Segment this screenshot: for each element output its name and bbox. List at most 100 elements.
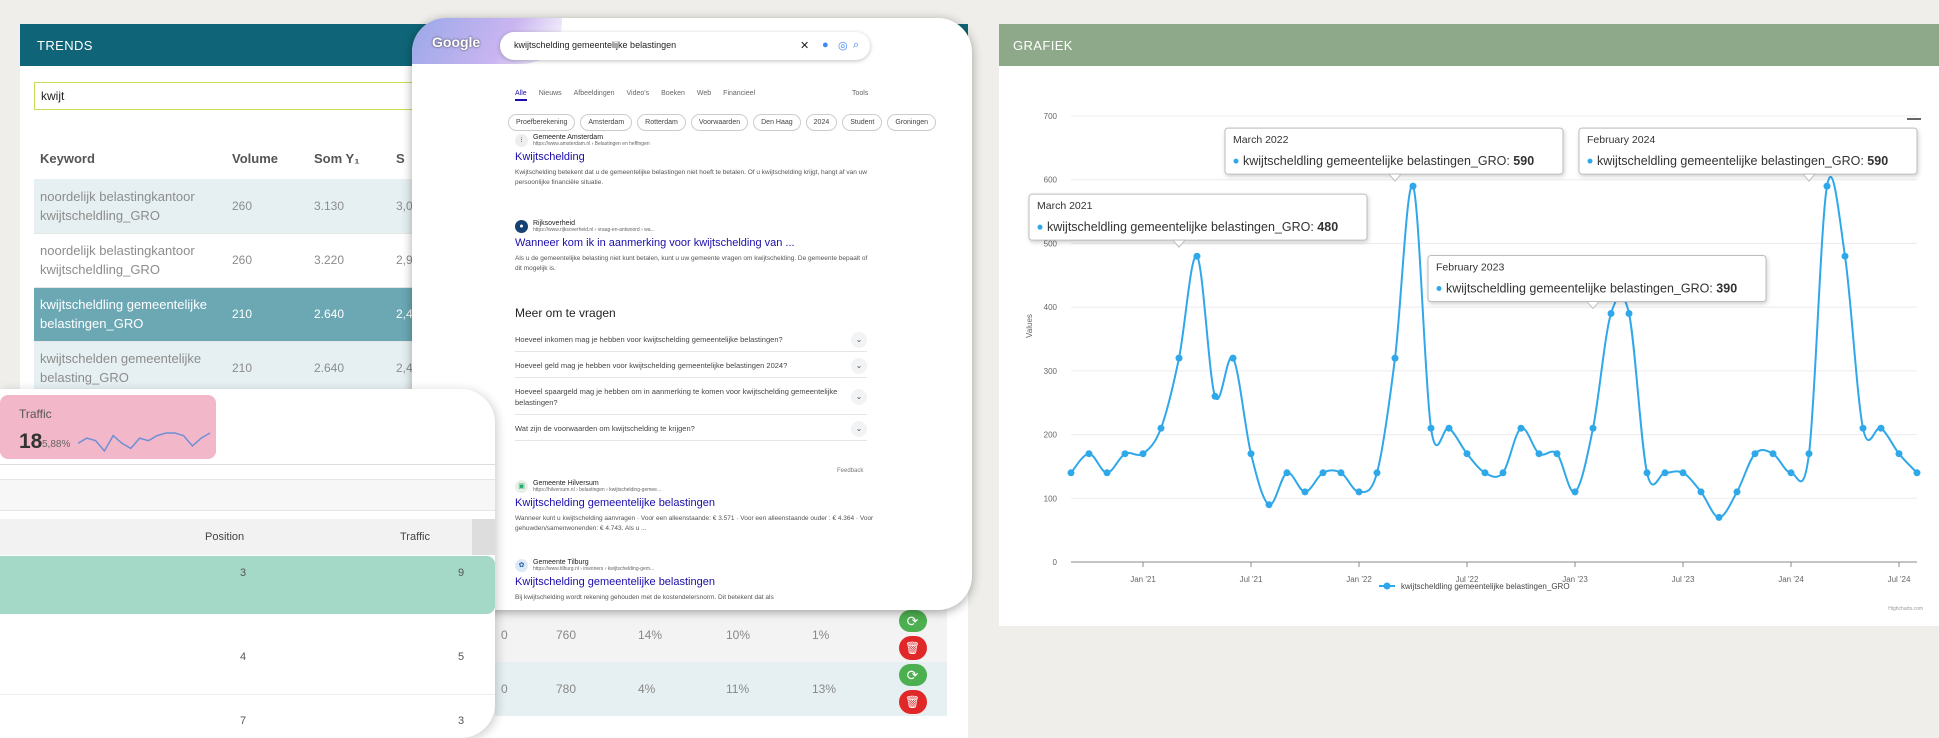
volume-cell: 260	[226, 233, 308, 288]
traffic-sparkline	[78, 432, 211, 453]
table-row[interactable]: 7 3	[0, 699, 495, 738]
table-row[interactable]: 0 780 4% 11% 13% ⟳ 🗑	[495, 662, 947, 716]
chevron-down-icon[interactable]: ⌄	[851, 357, 867, 374]
trash-icon: 🗑	[904, 695, 921, 709]
table-row[interactable]: noordelijk belastingkantoor kwijtscheldl…	[34, 179, 472, 234]
chip[interactable]: Proefberekening	[508, 114, 576, 131]
data-point	[1805, 450, 1813, 458]
cell: 1%	[806, 608, 872, 662]
table-row[interactable]: noordelijk belastingkantoor kwijtscheldl…	[34, 233, 472, 288]
tab-books[interactable]: Boeken	[661, 90, 685, 101]
paa-question[interactable]: Hoeveel inkomen mag je hebben voor kwijt…	[515, 328, 867, 352]
tab-images[interactable]: Afbeeldingen	[574, 90, 615, 101]
clear-icon[interactable]: ✕	[800, 39, 809, 52]
actions-cell: ⟳ 🗑	[872, 608, 947, 662]
som-cell: 3.220	[308, 233, 390, 288]
site-url[interactable]: https://hilversum.nl › belastingen › kwi…	[533, 487, 661, 493]
query-text: kwijtschelding gemeentelijke belastingen	[514, 40, 677, 50]
chip[interactable]: Student	[842, 114, 883, 131]
chart-menu-icon[interactable]	[1907, 118, 1921, 120]
tab-news[interactable]: Nieuws	[539, 90, 562, 101]
col-keyword[interactable]: Keyword	[34, 137, 226, 179]
result-snippet: Bij kwijtschelding wordt rekening gehoud…	[515, 594, 774, 601]
tooltip-marker	[1233, 158, 1239, 164]
legend[interactable]: kwijtscheldling gemeentelijke belastinge…	[1379, 582, 1570, 591]
data-point	[1913, 469, 1921, 477]
table-row[interactable]: kwijtschelden gemeentelijke belasting_GR…	[34, 341, 472, 396]
position-cell: 4	[240, 651, 247, 663]
tab-videos[interactable]: Video's	[627, 90, 650, 101]
legend-marker	[1383, 582, 1391, 590]
tooltip: February 2023 kwijtscheldling gemeentelij…	[1427, 255, 1767, 310]
col-volume[interactable]: Volume	[226, 137, 308, 179]
chip[interactable]: 2024	[805, 114, 838, 131]
chip[interactable]: Amsterdam	[580, 114, 633, 131]
search-icon[interactable]: ⌕	[853, 39, 859, 52]
table-row[interactable]: 4 5	[0, 629, 495, 695]
site-url[interactable]: https://www.rijksoverheid.nl › vraag-en-…	[533, 227, 655, 233]
tab-all[interactable]: Alle	[515, 90, 527, 101]
refresh-button[interactable]: ⟳	[898, 664, 927, 686]
site-favicon: ●	[515, 220, 528, 233]
chevron-down-icon[interactable]: ⌄	[851, 331, 867, 348]
search-result: ▣ Gemeente Hilversum https://hilversum.nl …	[515, 480, 875, 534]
traffic-card[interactable]: Traffic 18 5,88%	[0, 395, 216, 459]
tab-finance[interactable]: Financieel	[723, 90, 755, 101]
traffic-label: Traffic	[19, 407, 52, 421]
tooltip-date: February 2024	[1587, 134, 1655, 146]
chip[interactable]: Voorwaarden	[690, 114, 749, 131]
microphone-icon[interactable]: ●	[822, 39, 829, 51]
site-url[interactable]: https://www.amsterdam.nl › Belastingen e…	[533, 141, 650, 147]
google-logo[interactable]: Google	[432, 34, 480, 50]
search-result: ● Rijksoverheid https://www.rijksoverheid.…	[515, 220, 875, 274]
chevron-down-icon[interactable]: ⌄	[851, 420, 867, 437]
table-row[interactable]: 0 760 14% 10% 1% ⟳ 🗑	[495, 608, 947, 662]
delete-button[interactable]: 🗑	[898, 636, 927, 660]
y-tick-label: 300	[1044, 367, 1058, 376]
data-point	[1265, 501, 1273, 509]
filter-chips: Proefberekening Amsterdam Rotterdam Voor…	[508, 114, 937, 131]
camera-search-icon[interactable]: ◎	[838, 39, 848, 52]
tooltip: March 2022 kwijtscheldling gemeentelijke …	[1224, 127, 1564, 182]
tab-web[interactable]: Web	[697, 90, 711, 101]
chevron-down-icon[interactable]: ⌄	[851, 389, 867, 405]
data-point	[1733, 488, 1741, 496]
result-title-link[interactable]: Kwijtschelding	[515, 151, 875, 163]
x-tick-label: Jan '24	[1778, 575, 1804, 584]
paa-question-text: Hoeveel spaargeld mag je hebben om in aa…	[515, 387, 838, 407]
paa-question[interactable]: Wat zijn de voorwaarden om kwijtscheldin…	[515, 417, 867, 441]
people-also-ask-title: Meer om te vragen	[515, 306, 616, 320]
tooltip-series: kwijtscheldling gemeentelijke belastinge…	[1597, 154, 1888, 168]
paa-question[interactable]: Hoeveel spaargeld mag je hebben om in aa…	[515, 380, 867, 415]
scrollbar[interactable]	[472, 519, 495, 555]
result-title-link[interactable]: Kwijtschelding gemeentelijke belastingen	[515, 497, 875, 509]
col-som[interactable]: Som Y₁	[308, 137, 390, 179]
chip[interactable]: Groningen	[887, 114, 937, 131]
cell: 10%	[720, 608, 806, 662]
feedback-link[interactable]: Feedback	[837, 468, 863, 474]
som-cell: 3.130	[308, 179, 390, 234]
result-title-link[interactable]: Wanneer kom ik in aanmerking voor kwijts…	[515, 237, 875, 249]
site-url[interactable]: https://www.tilburg.nl › inwoners › kwij…	[533, 566, 654, 572]
table-row-selected[interactable]: kwijtscheldling gemeentelijke belastinge…	[34, 287, 472, 342]
chip[interactable]: Den Haag	[753, 114, 801, 131]
chip[interactable]: Rotterdam	[637, 114, 686, 131]
data-point	[1427, 424, 1435, 432]
result-title-link[interactable]: Kwijtschelding gemeentelijke belastingen	[515, 576, 875, 588]
data-point	[1553, 450, 1561, 458]
refresh-button[interactable]: ⟳	[898, 610, 927, 632]
trends-table-lower: 0 760 14% 10% 1% ⟳ 🗑 0 780 4% 11% 13% ⟳ …	[495, 608, 947, 716]
col-position[interactable]: Position	[205, 531, 244, 543]
delete-button[interactable]: 🗑	[898, 690, 927, 714]
keyword-cell: noordelijk belastingkantoor kwijtscheldl…	[34, 233, 226, 288]
paa-question[interactable]: Hoeveel geld mag je hebben voor kwijtsch…	[515, 354, 867, 378]
data-point	[1481, 469, 1489, 477]
tools-button[interactable]: Tools	[852, 90, 868, 97]
data-point	[1571, 488, 1579, 496]
data-point	[1769, 450, 1777, 458]
traffic-overlay: Traffic 18 5,88% Position Traffic 3 9 4 …	[0, 389, 495, 738]
google-search-input[interactable]: kwijtschelding gemeentelijke belastingen…	[500, 32, 870, 60]
table-row-highlighted[interactable]: 3 9	[0, 556, 495, 614]
col-traffic[interactable]: Traffic	[400, 531, 430, 543]
som-cell: 2.640	[308, 287, 390, 342]
